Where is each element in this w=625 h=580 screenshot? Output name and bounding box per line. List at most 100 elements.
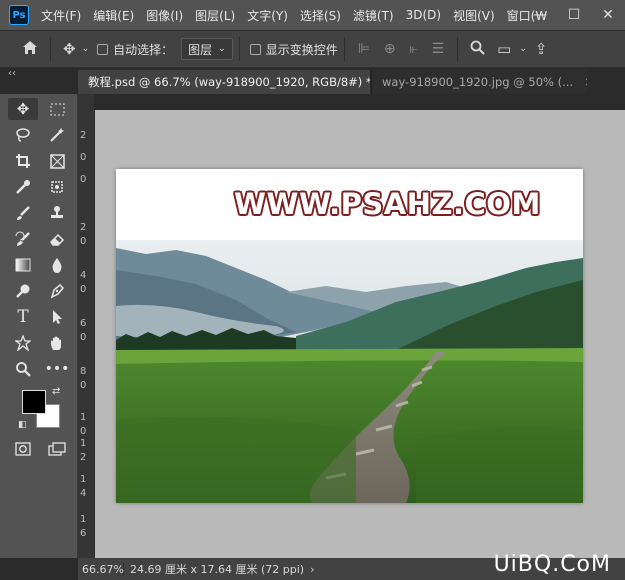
options-bar: ✥ ⌄ 自动选择： 图层 ⌄ 显示变换控件 ⊫ ⊕ ⫦ ☰ ▭ ⌄ ⇪ (0, 30, 625, 68)
menu-file[interactable]: 文件(F) (35, 7, 87, 24)
eyedropper-icon[interactable] (8, 176, 38, 198)
foreground-color-swatch[interactable] (22, 390, 46, 414)
search-icon[interactable] (464, 40, 491, 59)
auto-select-checkbox[interactable] (97, 43, 109, 55)
tab-tutorial-psd[interactable]: 教程.psd @ 66.7% (way-918900_1920, RGB/8#)… (78, 70, 370, 94)
ruler-tick-label: 0 (80, 236, 87, 247)
history-brush-icon[interactable] (8, 228, 38, 250)
menu-edit[interactable]: 编辑(E) (87, 7, 140, 24)
align-right-icon[interactable]: ⫦ (403, 41, 425, 57)
lasso-tool-icon[interactable] (8, 124, 38, 146)
tab-way-jpg[interactable]: way-918900_1920.jpg @ 50% (... ✕ (371, 70, 587, 94)
screen-mode-icon[interactable] (42, 438, 72, 460)
close-icon[interactable]: ✕ (585, 75, 587, 89)
marquee-tool-icon[interactable] (42, 98, 72, 120)
home-icon[interactable] (16, 40, 44, 59)
ruler-tick-label: 0 (80, 174, 87, 185)
show-transform-checkbox[interactable] (249, 43, 261, 55)
tab-label: way-918900_1920.jpg @ 50% (... (382, 75, 574, 89)
chevron-right-icon[interactable]: › (310, 563, 314, 576)
ruler-tick-label: 4 (80, 270, 87, 281)
ruler-tick-label: 0 (80, 152, 87, 163)
move-tool-icon[interactable]: ✥ (8, 98, 38, 120)
menu-image[interactable]: 图像(I) (140, 7, 189, 24)
ruler-tick-label: 0 (80, 284, 87, 295)
share-icon[interactable]: ⇪ (529, 40, 554, 58)
eraser-icon[interactable] (42, 228, 72, 250)
magic-wand-icon[interactable] (42, 124, 72, 146)
menu-view[interactable]: 视图(V) (447, 7, 501, 24)
align-center-icon[interactable]: ⊕ (377, 41, 403, 57)
ruler-tick-label: 2 (80, 452, 87, 463)
ruler-tick-label: 0 (80, 332, 87, 343)
ruler-tick-label: 1 (80, 412, 87, 423)
type-tool-icon[interactable]: T (8, 306, 38, 328)
canvas-headline-text: WWW.PSAHZ.COM (234, 187, 541, 221)
ruler-tick-label: 0 (80, 426, 87, 437)
landscape-photo (116, 240, 583, 503)
ruler-tick-label: 2 (80, 130, 87, 141)
default-colors-icon[interactable]: ◧ (18, 420, 27, 430)
layer-dropdown[interactable]: 图层 ⌄ (181, 38, 233, 60)
swap-colors-icon[interactable]: ⇄ (52, 386, 60, 397)
divider (238, 37, 240, 61)
menu-select[interactable]: 选择(S) (294, 7, 347, 24)
align-top-icon[interactable]: ☰ (425, 41, 452, 57)
zoom-tool-icon[interactable] (8, 358, 38, 380)
tools-panel: ✥ T ••• ⇄ ◧ (0, 94, 78, 558)
brush-tool-icon[interactable] (8, 202, 38, 224)
quick-mask-icon[interactable] (8, 438, 38, 460)
ruler-tick-label: 6 (80, 528, 87, 539)
crop-tool-icon[interactable] (8, 150, 38, 172)
ruler-tick-label: 1 (80, 438, 87, 449)
document-info: 24.69 厘米 x 17.64 厘米 (72 ppi) (130, 563, 305, 576)
ruler-tick-label: 6 (80, 318, 87, 329)
more-tools-icon[interactable]: ••• (42, 358, 72, 380)
minimize-button[interactable]: — (523, 7, 557, 23)
hand-tool-icon[interactable] (42, 332, 72, 354)
ruler-tick-label: 1 (80, 514, 87, 525)
ruler-tick-label: 8 (80, 366, 87, 377)
site-watermark: UiBQ.CoM (493, 552, 611, 577)
pen-tool-icon[interactable] (42, 280, 72, 302)
maximize-button[interactable]: ☐ (557, 7, 591, 23)
layer-dropdown-value: 图层 (188, 42, 213, 57)
align-left-icon[interactable]: ⊫ (351, 41, 377, 57)
menu-3d[interactable]: 3D(D) (400, 8, 447, 22)
tab-label: 教程.psd @ 66.7% (way-918900_1920, RGB/8#)… (88, 75, 370, 89)
spot-healing-icon[interactable] (42, 176, 72, 198)
shape-tool-icon[interactable] (8, 332, 38, 354)
chevron-down-icon[interactable]: ⌄ (82, 44, 94, 54)
menu-bar: Ps 文件(F) 编辑(E) 图像(I) 图层(L) 文字(Y) 选择(S) 滤… (0, 0, 625, 30)
document-tabs: ‹‹ 教程.psd @ 66.7% (way-918900_1920, RGB/… (0, 68, 625, 94)
move-tool-icon[interactable]: ✥ (57, 40, 82, 58)
menu-layer[interactable]: 图层(L) (189, 7, 241, 24)
document-canvas[interactable]: WWW.PSAHZ.COM (116, 169, 583, 503)
zoom-level[interactable]: 66.67% (78, 562, 124, 576)
ruler-tick-label: 4 (80, 488, 87, 499)
collapse-panel-icon[interactable]: ‹‹ (8, 68, 16, 79)
photoshop-logo[interactable]: Ps (9, 5, 29, 25)
ruler-tick-label: 0 (80, 380, 87, 391)
workspace-icon[interactable]: ▭ (491, 40, 517, 58)
window-controls: — ☐ ✕ (523, 0, 625, 30)
blur-tool-icon[interactable] (42, 254, 72, 276)
close-button[interactable]: ✕ (591, 7, 625, 23)
ruler-tick-label: 2 (80, 222, 87, 233)
chevron-down-icon[interactable]: ⌄ (517, 44, 529, 54)
menu-type[interactable]: 文字(Y) (241, 7, 294, 24)
gradient-tool-icon[interactable] (8, 254, 38, 276)
ruler-tick-label: 1 (80, 474, 87, 485)
divider (343, 37, 345, 61)
dodge-tool-icon[interactable] (8, 280, 38, 302)
divider (457, 37, 459, 61)
show-transform-label: 显示变换控件 (265, 42, 338, 57)
clone-stamp-icon[interactable] (42, 202, 72, 224)
menu-filter[interactable]: 滤镜(T) (347, 7, 400, 24)
vertical-ruler[interactable]: 2 0 0 2 0 4 0 6 0 8 0 1 0 1 2 1 4 1 6 (78, 94, 95, 558)
divider (50, 37, 51, 61)
auto-select-label: 自动选择： (113, 42, 174, 57)
path-selection-icon[interactable] (42, 306, 72, 328)
frame-tool-icon[interactable] (42, 150, 72, 172)
chevron-down-icon: ⌄ (218, 44, 226, 54)
